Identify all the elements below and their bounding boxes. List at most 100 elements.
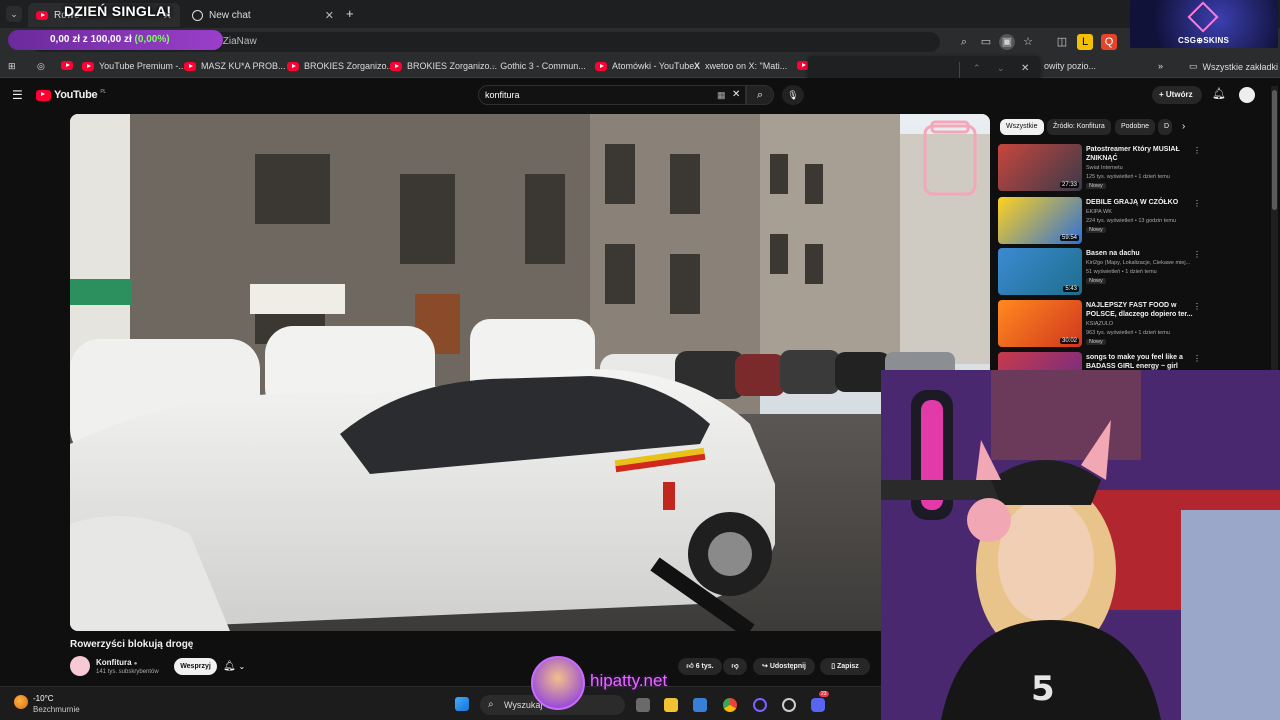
avatar[interactable] xyxy=(1239,87,1255,103)
recommendation-title[interactable]: Patostreamer Który MUSIAŁ ZNIKNĄĆ xyxy=(1086,145,1198,163)
task-view-icon[interactable] xyxy=(636,698,650,712)
save-button[interactable]: ▯ Zapisz xyxy=(820,658,870,675)
new-tab-button[interactable]: + xyxy=(346,6,354,21)
recommendation-item[interactable]: 59:54 DEBILE GRAJĄ W CZÓŁKO EKIPA WK 224… xyxy=(998,197,1203,245)
weather-temperature[interactable]: -10°C xyxy=(33,694,54,703)
app-purple-icon[interactable] xyxy=(753,698,767,712)
video-player[interactable] xyxy=(70,114,990,631)
recommendation-title[interactable]: Basen na dachu xyxy=(1086,249,1198,258)
youtube-logo[interactable]: YouTube PL xyxy=(36,89,106,101)
recommendation-title[interactable]: songs to make you feel like a BADASS GIR… xyxy=(1086,353,1198,370)
voice-search-button[interactable]: 🎙︎ xyxy=(782,85,804,105)
dislike-button[interactable]: 👎︎ xyxy=(723,658,747,675)
bookmark-item[interactable]: ◦ Gothic 3 - Commun... xyxy=(492,61,586,71)
notifications-icon[interactable]: 🔔︎ xyxy=(1212,87,1226,100)
extension-yellow-icon[interactable]: L xyxy=(1077,34,1093,50)
bookmark-item[interactable]: Atomówki - YouTube xyxy=(595,61,694,71)
chip-all[interactable]: Wszystkie xyxy=(1000,119,1044,135)
new-badge: Nowy xyxy=(1086,227,1106,233)
scrollbar[interactable] xyxy=(1271,86,1278,378)
chip-similar[interactable]: Podobne xyxy=(1115,119,1156,135)
keyboard-icon[interactable]: ▦ xyxy=(717,86,726,104)
star-icon[interactable]: ☆ xyxy=(1020,34,1036,50)
app-circle-icon[interactable] xyxy=(782,698,796,712)
bookmark-youtube[interactable] xyxy=(61,61,73,70)
recommendation-thumbnail[interactable]: 5:43 xyxy=(998,248,1082,295)
event-banner: DZIEŃ SINGLA! xyxy=(64,3,172,19)
chat-favicon-icon xyxy=(192,9,203,21)
find-previous-icon[interactable]: ⌃ xyxy=(973,63,981,74)
weather-icon[interactable] xyxy=(14,695,28,709)
chrome-icon[interactable] xyxy=(723,698,737,712)
bookmark-item[interactable]: BROKIES Zorganizo... xyxy=(287,61,394,71)
clear-icon[interactable]: ✕ xyxy=(732,86,740,104)
recommendation-item[interactable]: 30:02 NAJLEPSZY FAST FOOD w POLSCE, dlac… xyxy=(998,300,1203,348)
file-explorer-icon[interactable] xyxy=(664,698,678,712)
bookmarks-bar: ⊞ ◎ YouTube Premium -... MASZ KU*A PROB.… xyxy=(0,56,1280,78)
chevron-down-icon: ⌄ xyxy=(238,662,246,671)
channel-avatar[interactable] xyxy=(70,656,90,676)
recommendation-item[interactable]: songs to make you feel like a BADASS GIR… xyxy=(998,352,1203,370)
bookmark-item[interactable]: Xxwetoo on X: "Mati... xyxy=(694,61,787,71)
store-icon[interactable] xyxy=(693,698,707,712)
share-button[interactable]: ↪ Udostępnij xyxy=(753,658,815,675)
chevron-right-icon[interactable]: › xyxy=(1182,121,1185,132)
menu-icon[interactable]: ☰ xyxy=(12,88,23,102)
chrome-icon[interactable]: ◎ xyxy=(37,61,45,72)
channel-name[interactable]: Konfitura ● xyxy=(96,658,137,667)
recommendation-channel[interactable]: Świat Internetu xyxy=(1086,165,1201,171)
search-button[interactable]: ⌕ xyxy=(746,85,774,105)
discord-icon[interactable] xyxy=(811,698,825,712)
apps-icon[interactable]: ⊞ xyxy=(8,61,16,72)
streamer-avatar xyxy=(531,656,585,710)
recommendation-title[interactable]: NAJLEPSZY FAST FOOD w POLSCE, dlaczego d… xyxy=(1086,301,1198,319)
video-frame xyxy=(70,114,990,631)
bookmark-item[interactable]: owity pozio... xyxy=(1044,61,1096,71)
chip-source[interactable]: Źródło: Konfitura xyxy=(1047,119,1111,135)
sponsor-logo-icon xyxy=(1187,1,1219,33)
search-input[interactable]: konfitura ▦ ✕ xyxy=(478,85,746,105)
sponsor-overlay: CSG⊕SKINS xyxy=(1130,0,1278,48)
bookmark-item[interactable]: BROKIES Zorganizo... xyxy=(390,61,497,71)
plus-icon: + xyxy=(1159,90,1164,99)
more-options-icon[interactable]: ⋮ xyxy=(1193,199,1201,208)
recommendation-item[interactable]: 27:33 Patostreamer Który MUSIAŁ ZNIKNĄĆ … xyxy=(998,144,1203,192)
recommendation-channel[interactable]: Kiri2go (Mapy, Lokalizacje, Ciekawe miej… xyxy=(1086,260,1201,266)
recommendation-channel[interactable]: KSIĄŻULO xyxy=(1086,321,1201,327)
create-button[interactable]: + Utwórz xyxy=(1152,86,1202,104)
all-bookmarks[interactable]: ▭ Wszystkie zakładki xyxy=(1189,61,1278,72)
zoom-icon[interactable]: ⌕ xyxy=(956,34,972,50)
subscription-bell-button[interactable]: 🔔︎ ⌄ xyxy=(223,658,257,675)
extension-icon[interactable]: ◫ xyxy=(1054,34,1070,50)
windows-start-icon[interactable] xyxy=(455,697,469,711)
more-options-icon[interactable]: ⋮ xyxy=(1193,354,1201,363)
chip-more[interactable]: D xyxy=(1158,119,1172,135)
more-options-icon[interactable]: ⋮ xyxy=(1193,302,1201,311)
more-options-icon[interactable]: ⋮ xyxy=(1193,250,1201,259)
install-icon[interactable]: ▣ xyxy=(999,34,1015,50)
recommendation-thumbnail[interactable] xyxy=(998,352,1082,370)
youtube-favicon-icon xyxy=(287,61,299,71)
extension-red-icon[interactable]: Q xyxy=(1101,34,1117,50)
tab-list-dropdown[interactable]: ⌄ xyxy=(6,6,22,22)
recommendation-title[interactable]: DEBILE GRAJĄ W CZÓŁKO xyxy=(1086,198,1198,207)
thumbs-up-icon: 👍︎ xyxy=(686,663,694,670)
recommendation-item[interactable]: 5:43 Basen na dachu Kiri2go (Mapy, Lokal… xyxy=(998,248,1203,296)
cast-icon[interactable]: ▭ xyxy=(978,34,994,50)
bookmark-item[interactable]: MASZ KU*A PROB... xyxy=(184,61,286,71)
support-button[interactable]: Wesprzyj xyxy=(174,658,217,675)
recommendation-thumbnail[interactable]: 59:54 xyxy=(998,197,1082,244)
microphone-icon: 🎙︎ xyxy=(787,90,799,100)
tab-new-chat[interactable]: New chat ✕ xyxy=(184,3,342,27)
close-icon[interactable]: ✕ xyxy=(1021,63,1029,74)
close-icon[interactable]: ✕ xyxy=(325,9,334,22)
bookmark-item[interactable]: YouTube Premium -... xyxy=(82,61,186,71)
recommendation-thumbnail[interactable]: 30:02 xyxy=(998,300,1082,347)
bookmarks-overflow-icon[interactable]: » xyxy=(1158,61,1163,71)
more-options-icon[interactable]: ⋮ xyxy=(1193,146,1201,155)
recommendation-channel[interactable]: EKIPA WK xyxy=(1086,209,1201,215)
like-button[interactable]: 👍︎ 6 tys. xyxy=(678,658,722,675)
link-icon: ◦ xyxy=(492,61,496,71)
recommendation-thumbnail[interactable]: 27:33 xyxy=(998,144,1082,191)
find-next-icon[interactable]: ⌄ xyxy=(997,63,1005,74)
